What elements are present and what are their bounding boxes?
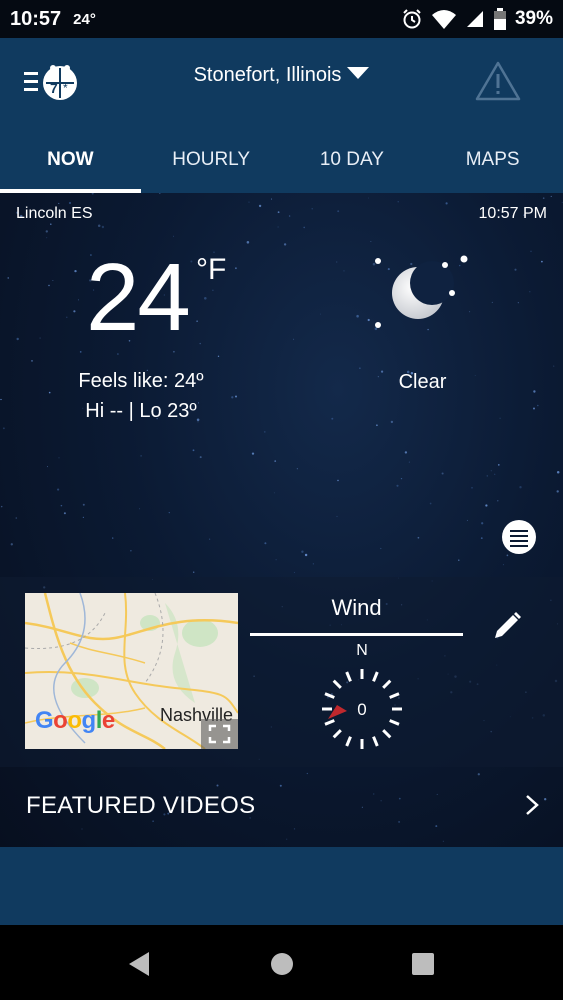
app-header: 7 * Stonefort, Illinois NOW HOURLY 10 DA… [0,38,563,193]
wind-direction-pointer [328,705,347,719]
wind-title: Wind [331,595,382,620]
cell-signal-icon [466,11,483,27]
chevron-right-icon [526,795,539,815]
compass-tick [345,736,352,747]
tab-bar: NOW HOURLY 10 DAY MAPS [0,138,563,193]
wind-divider [250,633,463,636]
compass-tick [372,671,379,682]
alert-icon[interactable] [474,60,522,102]
featured-videos-label: FEATURED VIDEOS [26,792,256,819]
condition-text: Clear [398,371,447,393]
compass-tick [324,719,335,726]
compass-tick [332,679,342,689]
moon-stars-icon [375,255,468,328]
expand-map-icon[interactable] [201,719,238,749]
featured-videos-row[interactable]: FEATURED VIDEOS [0,778,563,832]
tab-maps[interactable]: MAPS [422,138,563,193]
battery-percent: 39% [514,8,553,29]
chevron-down-icon [347,67,370,79]
compass-tick [324,692,335,699]
status-bar: 10:57 24° 39% [0,0,563,38]
current-temperature: 24 [86,244,191,351]
recents-icon[interactable] [408,949,438,979]
google-logo: Google [35,707,115,734]
compass-tick [332,729,342,739]
radar-map-thumbnail[interactable]: Google Nashville [25,593,238,749]
home-icon[interactable] [267,949,297,979]
compass-tick [382,729,392,739]
wind-speed: 0 [357,700,366,719]
bottom-ad-band [0,847,563,925]
wifi-icon [431,10,456,29]
back-icon[interactable] [125,949,155,979]
system-nav-bar [0,925,563,1000]
status-icons: 39% [401,8,553,30]
tab-hourly[interactable]: HOURLY [141,138,282,193]
status-time: 10:57 [10,7,62,30]
current-conditions-panel: Lincoln ES 10:57 PM 24 °F Feels like: 24… [0,193,563,847]
observation-time: 10:57 PM [478,205,547,222]
modules-row: Google Nashville Wind N 0 [0,577,563,767]
location-name: Stonefort, Illinois [193,64,342,86]
edit-pencil-icon[interactable] [490,609,524,643]
compass-tick [389,692,400,699]
battery-icon [493,8,506,30]
compass-tick [389,719,400,726]
compass-tick [372,736,379,747]
temperature-unit: °F [196,253,227,286]
hi-lo: Hi -- | Lo 23º [85,400,197,422]
tab-now[interactable]: NOW [0,138,141,193]
wind-compass: N 0 [322,642,402,749]
feels-like: Feels like: 24º [78,370,204,392]
compass-tick [345,671,352,682]
alarm-icon [403,9,421,29]
tab-10-day[interactable]: 10 DAY [282,138,423,193]
compass-tick [382,679,392,689]
details-list-button[interactable] [502,520,536,554]
station-name: Lincoln ES [16,205,93,222]
compass-north-label: N [356,642,368,659]
status-temp: 24° [73,10,96,28]
